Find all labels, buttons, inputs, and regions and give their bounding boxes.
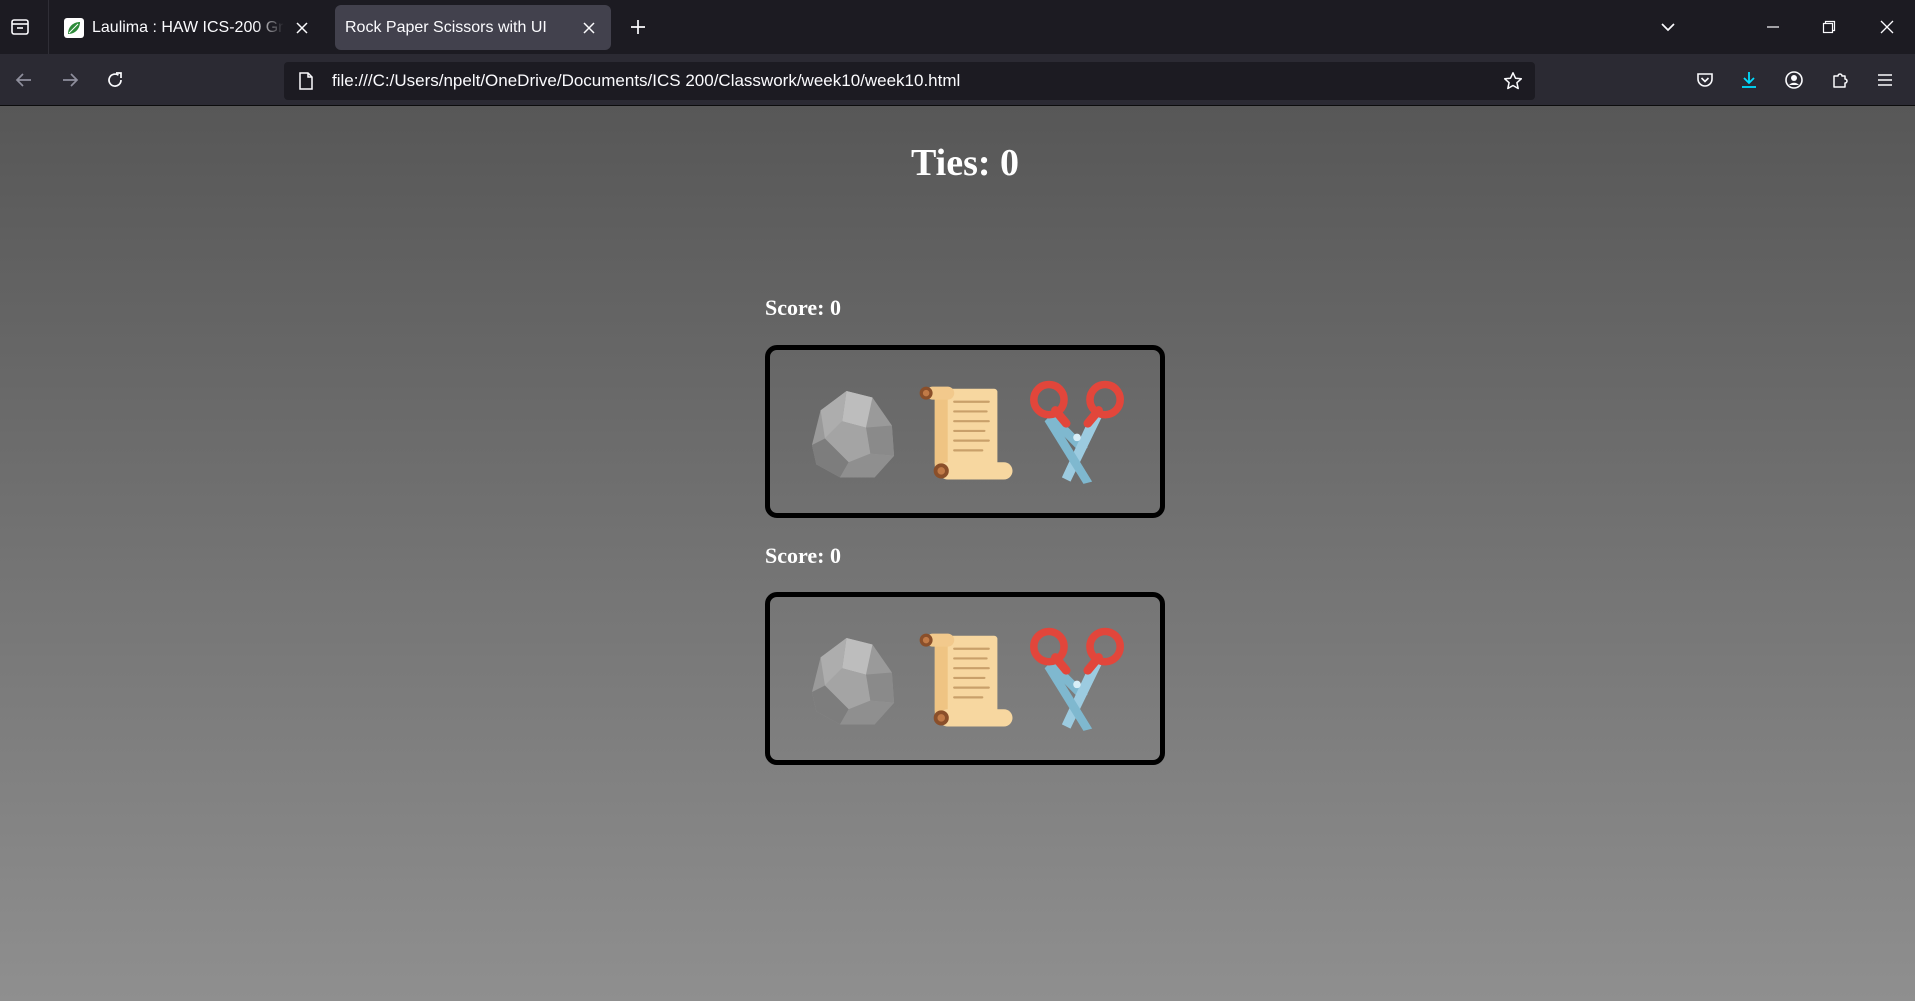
list-all-tabs-chevron-icon[interactable] xyxy=(1652,11,1684,43)
restore-window-icon[interactable] xyxy=(1801,0,1857,54)
bookmark-star-icon[interactable] xyxy=(1497,65,1529,97)
page-content: Ties: 0 Score: 0 Score: 0 xyxy=(0,106,1915,1001)
scissors-icon xyxy=(1023,378,1131,486)
tab-title: Laulima : HAW ICS-200 Group [ xyxy=(92,18,284,36)
navigation-toolbar: file:///C:/Users/npelt/OneDrive/Document… xyxy=(0,54,1915,106)
url-text[interactable]: file:///C:/Users/npelt/OneDrive/Document… xyxy=(332,71,1497,91)
pocket-icon[interactable] xyxy=(1687,62,1723,98)
reload-icon[interactable] xyxy=(97,62,133,98)
address-bar[interactable]: file:///C:/Users/npelt/OneDrive/Document… xyxy=(284,62,1535,100)
scissors-choice-button[interactable] xyxy=(1021,623,1133,735)
rock-icon xyxy=(799,625,907,733)
firefox-view-icon[interactable] xyxy=(4,11,36,43)
tab-strip: Laulima : HAW ICS-200 Group [ Rock Paper… xyxy=(0,0,1915,54)
downloads-arrow-icon[interactable] xyxy=(1731,62,1767,98)
close-tab-icon[interactable] xyxy=(290,16,314,40)
paper-scroll-icon xyxy=(911,625,1019,733)
forward-arrow-icon[interactable] xyxy=(52,62,88,98)
tab-rock-paper-scissors[interactable]: Rock Paper Scissors with UI xyxy=(335,5,611,50)
close-tab-icon[interactable] xyxy=(577,16,601,40)
back-arrow-icon[interactable] xyxy=(6,62,42,98)
paper-choice-button[interactable] xyxy=(909,376,1021,488)
page-document-icon xyxy=(296,71,316,91)
scissors-choice-button[interactable] xyxy=(1021,376,1133,488)
player-1-score: Score: 0 xyxy=(765,295,841,320)
rock-choice-button[interactable] xyxy=(797,623,909,735)
minimize-window-icon[interactable] xyxy=(1745,0,1801,54)
new-tab-plus-icon[interactable] xyxy=(622,11,654,43)
rock-icon xyxy=(799,378,907,486)
close-window-icon[interactable] xyxy=(1859,0,1915,54)
extensions-puzzle-icon[interactable] xyxy=(1822,62,1858,98)
rock-choice-button[interactable] xyxy=(797,376,909,488)
player-2-choice-panel xyxy=(765,592,1165,765)
player-2-score: Score: 0 xyxy=(765,543,841,568)
tab-separator xyxy=(48,0,49,54)
scissors-icon xyxy=(1023,625,1131,733)
tab-laulima[interactable]: Laulima : HAW ICS-200 Group [ xyxy=(54,5,324,50)
player-1-choice-panel xyxy=(765,345,1165,518)
laulima-leaf-icon xyxy=(64,17,84,38)
paper-scroll-icon xyxy=(911,378,1019,486)
tab-title: Rock Paper Scissors with UI xyxy=(345,18,547,36)
paper-choice-button[interactable] xyxy=(909,623,1021,735)
account-avatar-icon[interactable] xyxy=(1776,62,1812,98)
ties-counter: Ties: 0 xyxy=(910,142,1020,184)
hamburger-menu-icon[interactable] xyxy=(1867,62,1903,98)
